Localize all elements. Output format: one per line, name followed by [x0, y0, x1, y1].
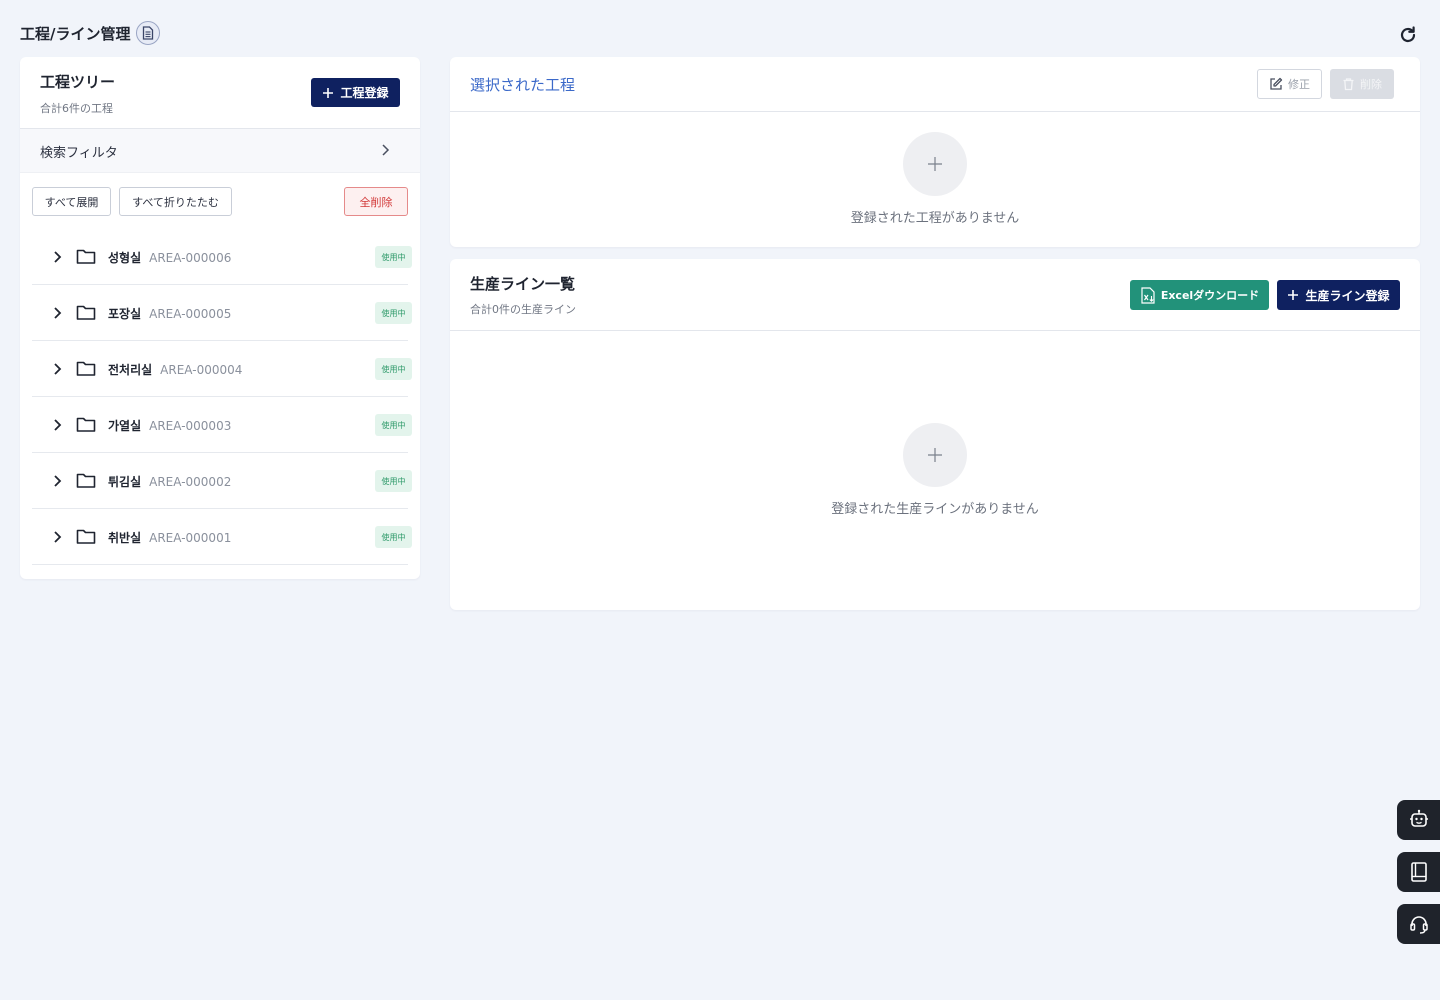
- chevron-right-icon[interactable]: [52, 530, 62, 544]
- chatbot-icon: [1409, 809, 1428, 827]
- headset-support-icon: [1409, 916, 1428, 934]
- status-badge: 使用中: [375, 526, 412, 548]
- folder-icon: [76, 305, 96, 320]
- delete-button[interactable]: 削除: [1330, 69, 1394, 99]
- empty-production-line-text: 登録された生産ラインがありません: [831, 502, 1039, 517]
- tree-item-name: 가열실 AREA-000003: [108, 419, 232, 433]
- tree-item-name: 성형실 AREA-000006: [108, 251, 232, 265]
- empty-placeholder-icon: [903, 423, 967, 487]
- status-badge: 使用中: [375, 414, 412, 436]
- tree-item-code: AREA-000006: [149, 251, 232, 265]
- edit-icon: [1270, 77, 1283, 90]
- chevron-right-icon[interactable]: [52, 250, 62, 264]
- status-badge: 使用中: [375, 358, 412, 380]
- tree-item-name: 취반실 AREA-000001: [108, 531, 232, 545]
- tree-item[interactable]: 튀김실 AREA-000002 使用中: [32, 453, 412, 509]
- document-icon[interactable]: [136, 21, 161, 45]
- selected-process-title: 選択された工程: [470, 76, 576, 94]
- tree-item-code: AREA-000004: [160, 363, 243, 377]
- support-button[interactable]: [1397, 904, 1440, 944]
- chatbot-button[interactable]: [1397, 800, 1440, 840]
- tree-item-name: 포장실 AREA-000005: [108, 307, 232, 321]
- folder-icon: [76, 473, 96, 488]
- empty-placeholder-icon: [903, 132, 967, 196]
- page-title: 工程/ライン管理: [20, 24, 131, 43]
- tree-item-code: AREA-000002: [149, 475, 232, 489]
- empty-process-text: 登録された工程がありません: [850, 211, 1020, 226]
- trash-icon: [1343, 78, 1354, 91]
- edit-button[interactable]: 修正: [1257, 69, 1322, 99]
- excel-icon: [1141, 286, 1155, 304]
- add-process-button[interactable]: 工程登録: [311, 78, 400, 107]
- manual-button[interactable]: [1397, 852, 1440, 892]
- folder-icon: [76, 361, 96, 376]
- plus-icon: [323, 87, 334, 98]
- tree-item-code: AREA-000005: [149, 307, 232, 321]
- production-line-count: 合計0件の生産ライン: [470, 303, 576, 316]
- chevron-right-icon[interactable]: [52, 474, 62, 488]
- tree-item[interactable]: 취반실 AREA-000001 使用中: [32, 509, 412, 565]
- collapse-all-button[interactable]: すべて折りたたむ: [119, 187, 232, 216]
- process-tree-header: 工程ツリー 合計6件の工程 工程登録: [20, 57, 420, 129]
- tree-item[interactable]: 성형실 AREA-000006 使用中: [32, 229, 412, 285]
- tree-item[interactable]: 가열실 AREA-000003 使用中: [32, 397, 412, 453]
- refresh-icon[interactable]: [1396, 23, 1420, 47]
- folder-icon: [76, 529, 96, 544]
- status-badge: 使用中: [375, 302, 412, 324]
- folder-icon: [76, 249, 96, 264]
- expand-all-button[interactable]: すべて展開: [32, 187, 111, 216]
- excel-download-button[interactable]: Excelダウンロード: [1130, 280, 1269, 310]
- edit-label: 修正: [1288, 78, 1310, 91]
- selected-process-panel: 選択された工程 修正 削除 登録された工程がありません: [450, 57, 1420, 247]
- process-tree-list: 성형실 AREA-000006 使用中 포장실 AREA-000005 使用中 전처…: [32, 229, 412, 565]
- selected-process-header: 選択された工程 修正 削除: [450, 57, 1420, 112]
- chevron-right-icon[interactable]: [52, 306, 62, 320]
- tree-item[interactable]: 포장실 AREA-000005 使用中: [32, 285, 412, 341]
- folder-icon: [76, 417, 96, 432]
- process-tree-panel: 工程ツリー 合計6件の工程 工程登録 検索フィルタ すべて展開 すべて折りたたむ…: [20, 57, 420, 579]
- add-production-line-button[interactable]: 生産ライン登録: [1277, 280, 1400, 310]
- search-filter-toggle[interactable]: 検索フィルタ: [20, 129, 420, 173]
- production-line-title: 生産ライン一覧: [470, 275, 576, 293]
- excel-download-label: Excelダウンロード: [1160, 289, 1260, 302]
- status-badge: 使用中: [375, 246, 412, 268]
- chevron-right-icon[interactable]: [52, 362, 62, 376]
- delete-label: 削除: [1360, 78, 1382, 91]
- tree-actions: すべて展開 すべて折りたたむ 全削除: [20, 173, 420, 221]
- production-line-panel: 生産ライン一覧 合計0件の生産ライン Excelダウンロード 生産ライン登録 登…: [450, 259, 1420, 610]
- tree-item-name: 튀김실 AREA-000002: [108, 475, 232, 489]
- tree-item-code: AREA-000003: [149, 419, 232, 433]
- chevron-right-icon[interactable]: [52, 418, 62, 432]
- tree-item[interactable]: 전처리실 AREA-000004 使用中: [32, 341, 412, 397]
- production-line-header: 生産ライン一覧 合計0件の生産ライン Excelダウンロード 生産ライン登録: [450, 259, 1420, 331]
- tree-item-code: AREA-000001: [149, 531, 232, 545]
- search-filter-label: 検索フィルタ: [40, 146, 118, 161]
- status-badge: 使用中: [375, 470, 412, 492]
- chevron-right-icon: [382, 144, 390, 156]
- manual-book-icon: [1410, 862, 1427, 882]
- add-process-label: 工程登録: [340, 86, 389, 100]
- plus-icon: [1288, 290, 1299, 300]
- page-header: 工程/ライン管理: [20, 20, 161, 46]
- tree-item-name: 전처리실 AREA-000004: [108, 363, 243, 377]
- process-tree-title: 工程ツリー: [40, 73, 116, 91]
- process-tree-count: 合計6件の工程: [40, 102, 113, 115]
- add-production-line-label: 生産ライン登録: [1305, 288, 1390, 303]
- delete-all-button[interactable]: 全削除: [344, 187, 408, 216]
